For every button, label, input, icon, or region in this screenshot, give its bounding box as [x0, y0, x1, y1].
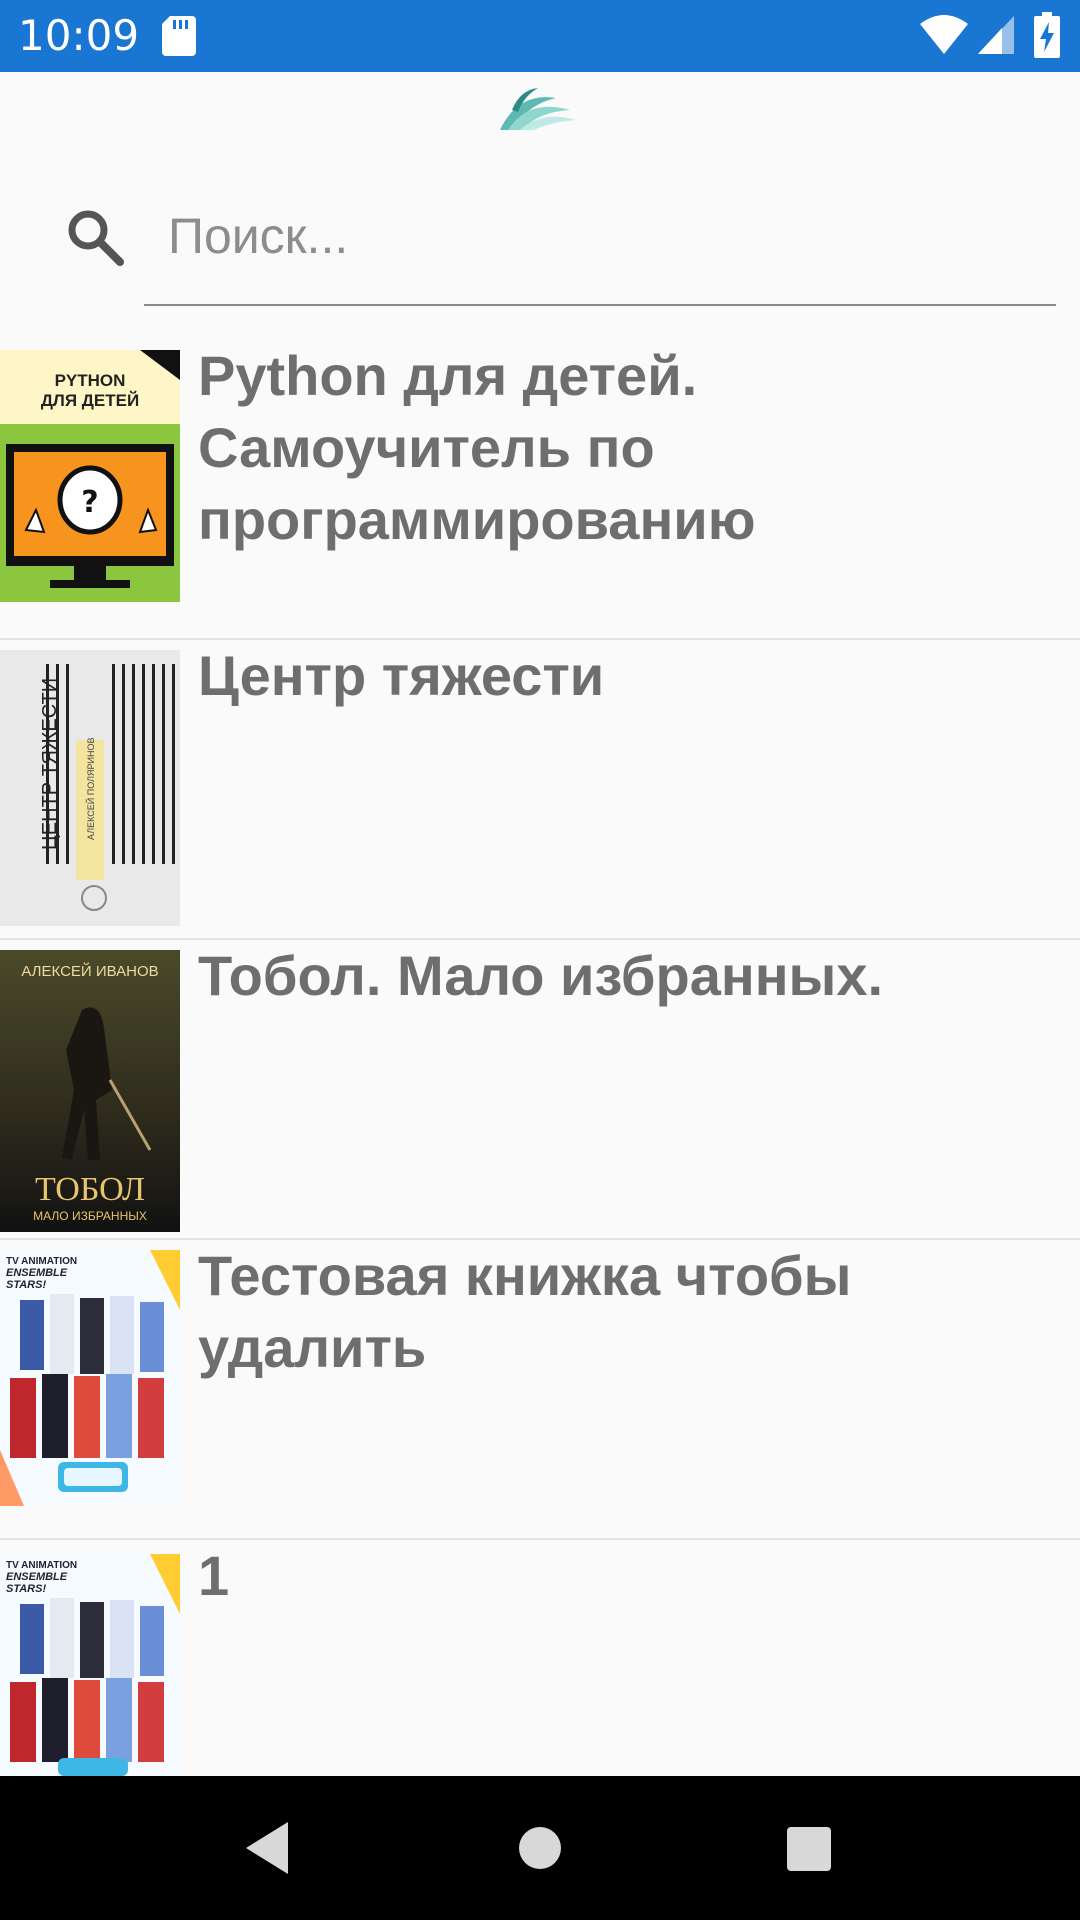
- book-title: Python для детей. Самоучитель по програм…: [198, 344, 756, 551]
- cover-text: PYTHON: [55, 371, 126, 390]
- cover-text: ТОБОЛ: [35, 1171, 145, 1208]
- book-title: Тобол. Мало избранных.: [198, 944, 884, 1007]
- cover-text: ENSEMBLE: [6, 1571, 68, 1583]
- wifi-icon: [920, 15, 968, 54]
- cover-text: TV ANIMATION: [6, 1560, 77, 1571]
- book-cover: АЛЕКСЕЙ ИВАНОВ ТОБОЛ МАЛО ИЗБРАННЫХ: [0, 950, 180, 1232]
- cover-text: ДЛЯ ДЕТЕЙ: [41, 391, 139, 410]
- signal-icon: [978, 16, 1014, 54]
- book-title: Центр тяжести: [198, 644, 605, 707]
- svg-text:?: ?: [81, 485, 98, 520]
- book-cover: PYTHON ДЛЯ ДЕТЕЙ ?: [0, 350, 180, 602]
- sd-card-icon: [162, 16, 196, 56]
- book-list[interactable]: PYTHON ДЛЯ ДЕТЕЙ ? Python для детей. Сам…: [0, 340, 1080, 1776]
- book-item[interactable]: TV ANIMATION ENSEMBLE STARS! 1: [0, 1540, 1080, 1776]
- book-item[interactable]: TV ANIMATION ENSEMBLE STARS! Тестовая кн…: [0, 1240, 1080, 1540]
- book-item[interactable]: ЦЕНТР ТЯЖЕСТИ АЛЕКСЕЙ ПОЛЯРИНОВ Центр тя…: [0, 640, 1080, 940]
- cover-text: ЦЕНТР ТЯЖЕСТИ: [39, 678, 61, 850]
- cover-text: МАЛО ИЗБРАННЫХ: [33, 1209, 147, 1223]
- book-item[interactable]: АЛЕКСЕЙ ИВАНОВ ТОБОЛ МАЛО ИЗБРАННЫХ Тобо…: [0, 940, 1080, 1240]
- cover-text: АЛЕКСЕЙ ПОЛЯРИНОВ: [85, 738, 96, 840]
- search-icon[interactable]: [66, 208, 124, 266]
- battery-charging-icon: [1034, 12, 1060, 58]
- cover-text: STARS!: [6, 1279, 46, 1291]
- cover-text: ENSEMBLE: [6, 1267, 68, 1279]
- search-input[interactable]: [168, 200, 1048, 272]
- book-cover: TV ANIMATION ENSEMBLE STARS!: [0, 1250, 180, 1506]
- cover-text: TV ANIMATION: [6, 1256, 77, 1267]
- book-title: Тестовая книжка чтобы удалить: [198, 1244, 852, 1379]
- status-bar: 10:09: [0, 0, 1080, 72]
- home-icon[interactable]: [518, 1826, 562, 1870]
- book-cover: TV ANIMATION ENSEMBLE STARS!: [0, 1554, 180, 1776]
- cover-text: STARS!: [6, 1583, 46, 1595]
- back-icon[interactable]: [244, 1820, 292, 1876]
- book-item[interactable]: PYTHON ДЛЯ ДЕТЕЙ ? Python для детей. Сам…: [0, 340, 1080, 640]
- recents-icon[interactable]: [786, 1826, 832, 1872]
- status-time: 10:09: [18, 11, 140, 60]
- navigation-bar: [0, 1776, 1080, 1920]
- book-title: 1: [198, 1544, 230, 1607]
- search-underline: [144, 304, 1056, 306]
- book-logo-icon: [500, 88, 576, 130]
- book-cover: ЦЕНТР ТЯЖЕСТИ АЛЕКСЕЙ ПОЛЯРИНОВ: [0, 650, 180, 926]
- cover-text: АЛЕКСЕЙ ИВАНОВ: [21, 962, 158, 980]
